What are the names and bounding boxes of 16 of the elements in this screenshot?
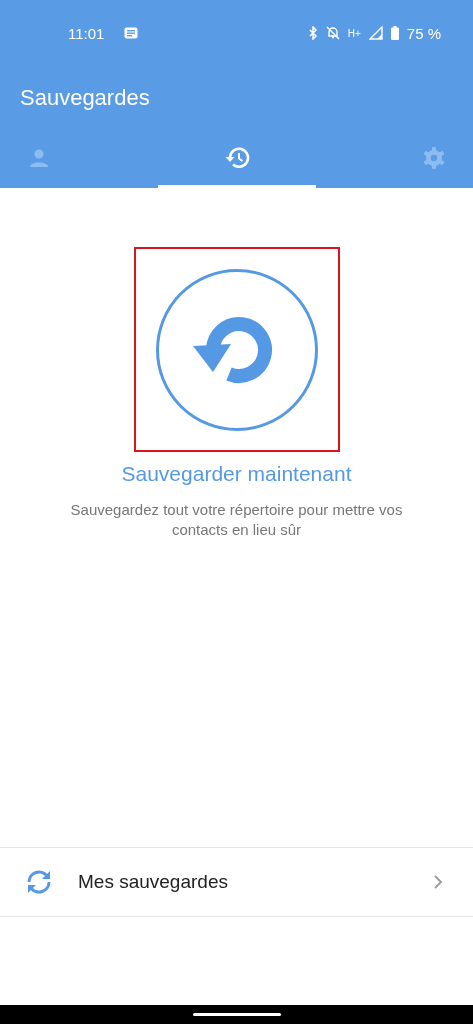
battery-icon [390, 26, 399, 40]
settings-icon [421, 145, 446, 170]
battery-level: 75 % [406, 24, 441, 42]
status-time: 11:01 [68, 24, 105, 42]
backup-description: Sauvegardez tout votre répertoire pour mettre vos contacts en lieu sûr [69, 500, 404, 540]
list-item-label: Mes sauvegardes [78, 871, 229, 893]
message-icon [124, 27, 139, 39]
bluetooth-icon [307, 26, 318, 40]
bell-off-icon [325, 26, 340, 40]
list-item[interactable]: Mes sauvegardes [0, 848, 473, 916]
history-icon [223, 145, 250, 170]
network-type: H+ [347, 27, 361, 39]
chevron-right-icon [433, 874, 443, 890]
home-handle[interactable] [192, 1013, 281, 1016]
app-title: Sauvegardes [19, 84, 151, 112]
signal-icon [368, 26, 383, 40]
